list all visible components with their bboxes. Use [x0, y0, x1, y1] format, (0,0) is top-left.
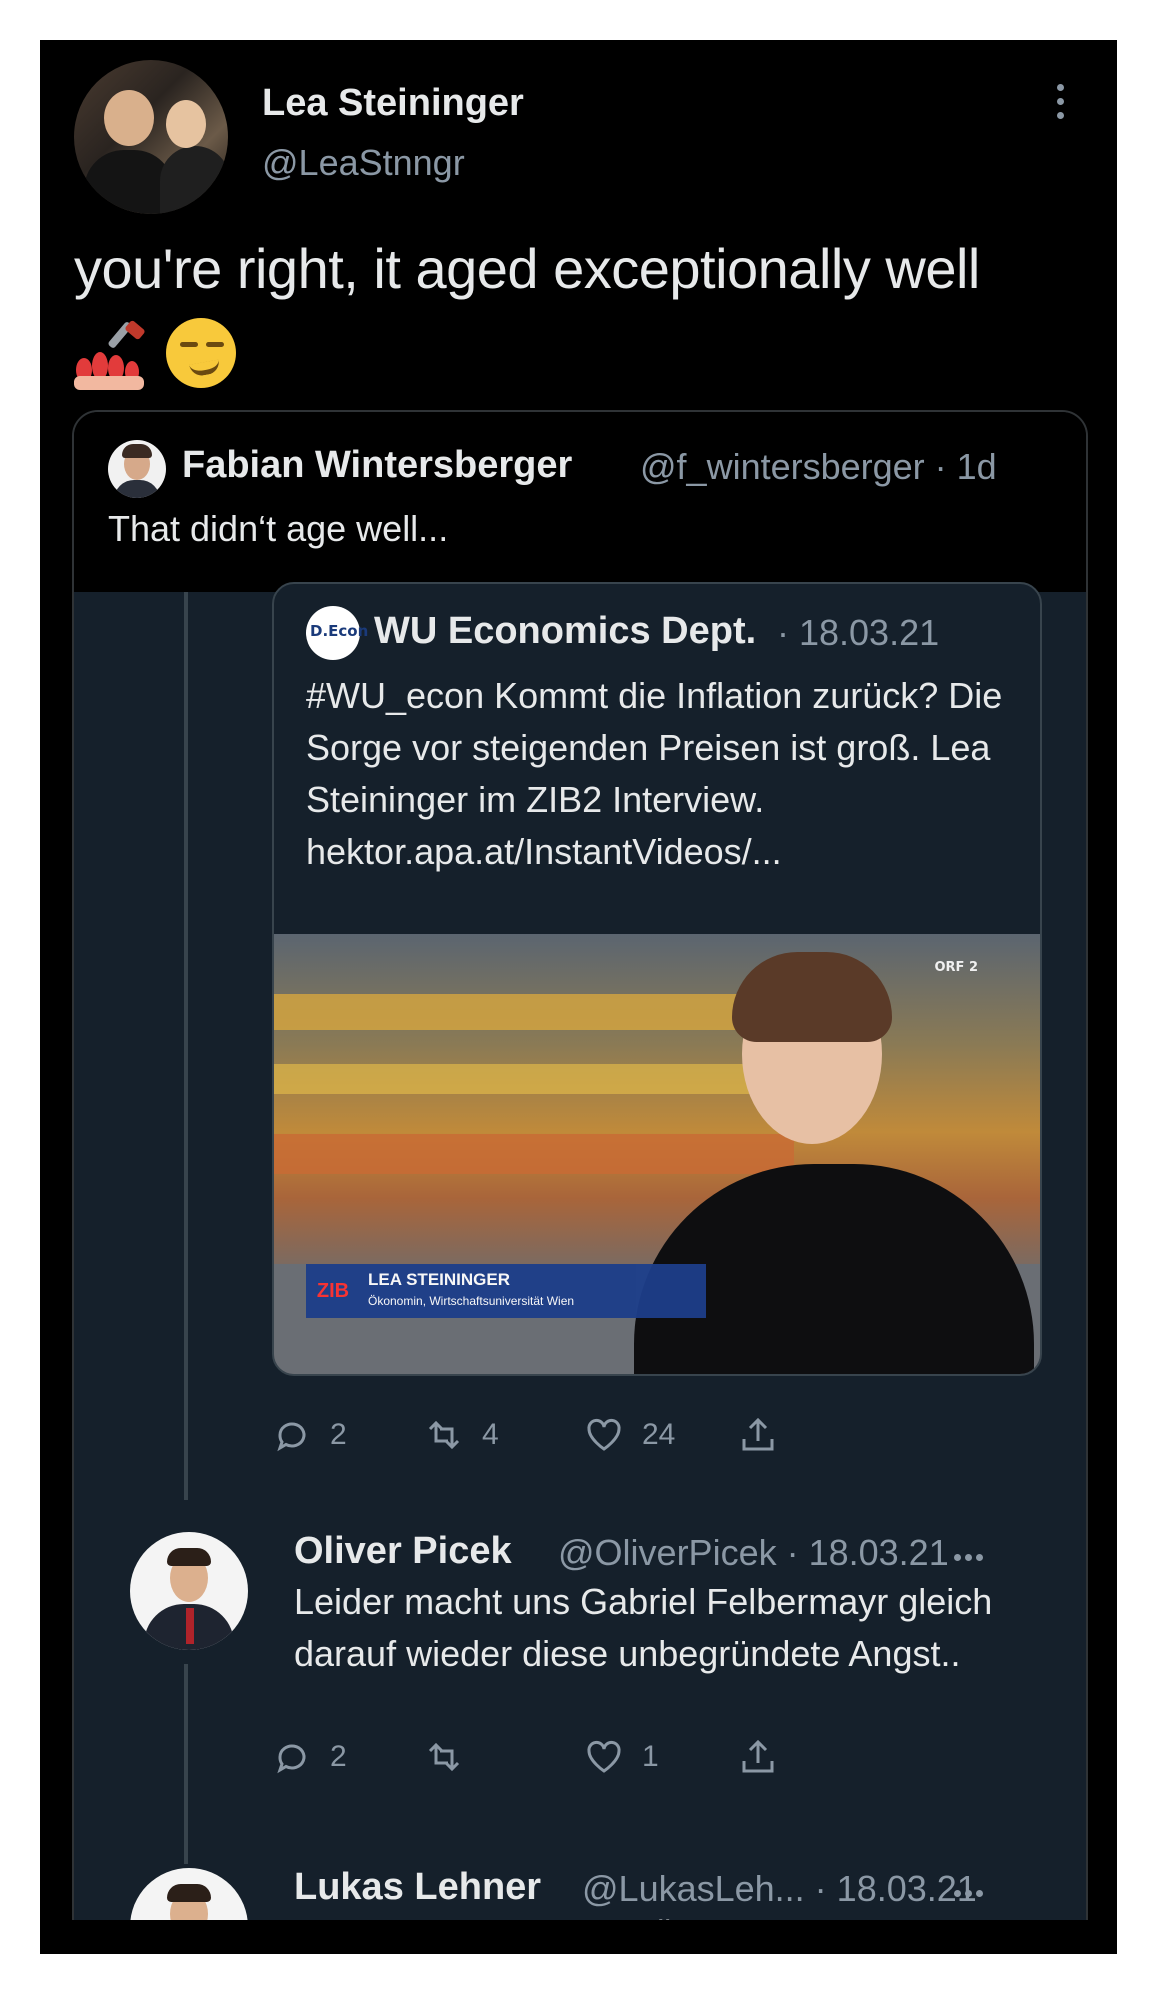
share-button[interactable] — [738, 1410, 796, 1460]
inner-action-bar: 2 4 24 — [272, 1410, 1038, 1460]
tweet-screen: Lea Steininger @LeaStnngr you're right, … — [40, 40, 1117, 1954]
author-name[interactable]: Lea Steininger — [262, 82, 524, 125]
share-icon — [742, 1417, 774, 1451]
inner-date: · 18.03.21 — [777, 612, 940, 653]
like-button[interactable]: 1 — [584, 1732, 659, 1782]
share-icon — [742, 1739, 774, 1773]
share-button[interactable] — [738, 1732, 796, 1782]
nail-polish-icon — [74, 320, 145, 390]
lower-third-subtitle: Ökonomin, Wirtschaftsuniversität Wien — [368, 1294, 575, 1308]
reply-avatar[interactable] — [130, 1532, 248, 1650]
quote-text: That didn‘t age well... — [108, 508, 449, 549]
inner-tweet-text: #WU_econ Kommt die Inflation zurück? Die… — [306, 675, 1003, 872]
bottom-bar — [40, 1920, 1117, 1954]
quote-author-name[interactable]: Fabian Wintersberger — [182, 444, 572, 487]
thread-connector — [184, 1664, 188, 1864]
reply-button[interactable]: 2 — [272, 1732, 347, 1782]
reply-button[interactable]: 2 — [272, 1410, 347, 1460]
thread-area: D.Econ WU Economics Dept. · 18.03.21 #WU… — [74, 582, 1086, 1954]
author-avatar[interactable] — [74, 60, 228, 214]
econ-logo[interactable]: D.Econ — [306, 606, 368, 660]
reply-author-name[interactable]: Oliver Picek — [294, 1530, 512, 1573]
author-handle[interactable]: @LeaStnngr — [262, 142, 465, 184]
orf-logo: ORF 2 — [934, 960, 978, 975]
more-icon[interactable] — [954, 1884, 994, 1897]
reply-icon — [277, 1422, 306, 1452]
zib-logo: ZIB — [306, 1264, 360, 1318]
reply-meta: @OliverPicek · 18.03.21 — [558, 1532, 949, 1573]
reply-text: Leider macht uns Gabriel Felbermayr glei… — [294, 1581, 993, 1674]
retweet-icon — [428, 1742, 460, 1772]
heart-icon — [587, 1740, 621, 1773]
tweet-text: you're right, it aged exceptionally well — [74, 237, 980, 300]
thread-connector — [184, 592, 188, 1500]
reply-author-name[interactable]: Lukas Lehner — [294, 1866, 541, 1909]
lower-third-name: LEA STEININGER — [368, 1270, 510, 1289]
quote-avatar[interactable] — [108, 440, 166, 498]
smirking-face-icon — [166, 318, 236, 388]
tweet-emojis — [74, 318, 254, 390]
more-icon[interactable] — [954, 1548, 994, 1561]
quoted-tweet[interactable]: Fabian Wintersberger @f_wintersberger · … — [72, 410, 1088, 1954]
retweet-button[interactable]: 4 — [424, 1410, 499, 1460]
video-thumbnail[interactable]: ORF 2 ZIB LEA STEININGER Ökonomin, Wirts… — [274, 934, 1040, 1374]
retweet-button[interactable] — [424, 1732, 482, 1782]
quote-handle-time: @f_wintersberger · 1d — [640, 446, 997, 487]
inner-author-name[interactable]: WU Economics Dept. — [374, 610, 756, 653]
lower-third: ZIB LEA STEININGER Ökonomin, Wirtschafts… — [306, 1264, 706, 1318]
reply-meta: @LukasLeh... · 18.03.21 — [582, 1868, 977, 1909]
reply-action-bar: 2 1 — [272, 1732, 1038, 1782]
retweet-icon — [428, 1420, 460, 1450]
reply-icon — [277, 1744, 306, 1774]
inner-quoted-tweet[interactable]: D.Econ WU Economics Dept. · 18.03.21 #WU… — [272, 582, 1042, 1376]
heart-icon — [587, 1418, 621, 1451]
more-options-icon[interactable] — [1050, 84, 1070, 134]
like-button[interactable]: 24 — [584, 1410, 675, 1460]
